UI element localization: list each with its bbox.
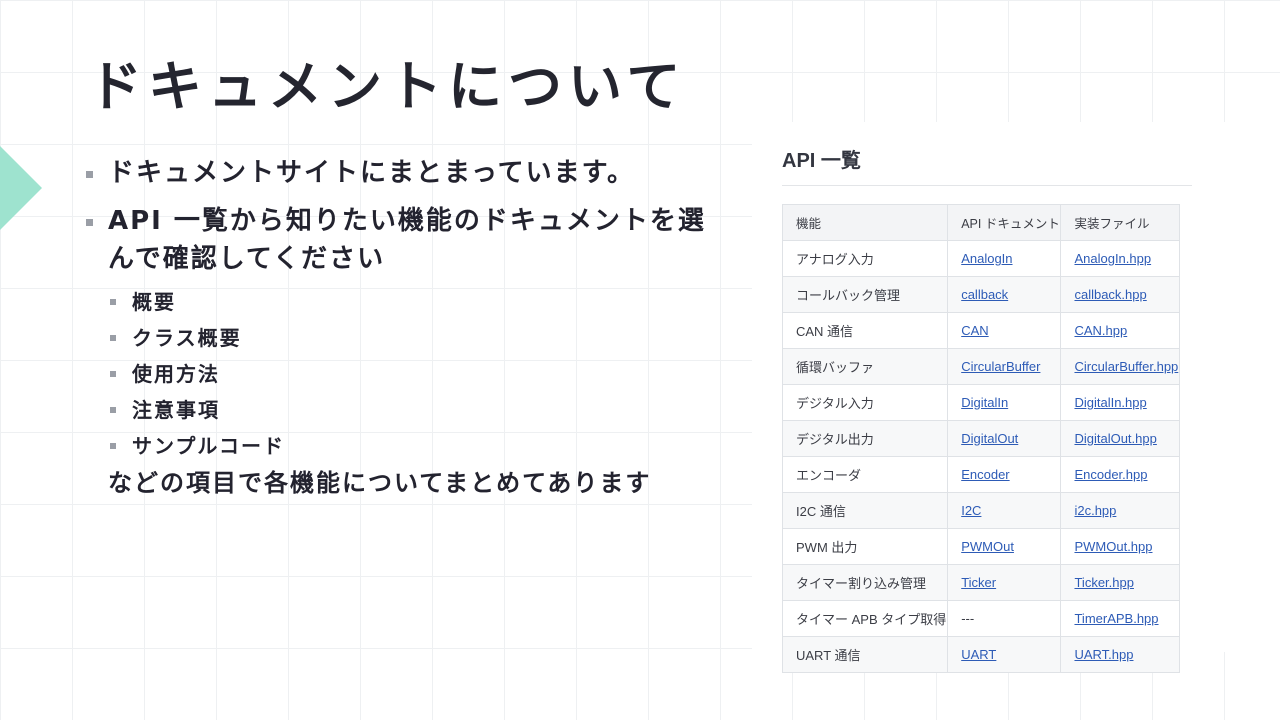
sub-bullet-item: 注意事項 xyxy=(108,392,724,428)
table-row: 循環バッファ CircularBuffer CircularBuffer.hpp xyxy=(781,348,1180,385)
api-doc-link[interactable]: Encoder xyxy=(961,467,1009,482)
impl-file-cell: Encoder.hpp xyxy=(1060,456,1180,493)
api-doc-cell: AnalogIn xyxy=(947,240,1062,277)
impl-file-cell: UART.hpp xyxy=(1060,636,1180,673)
impl-file-cell: DigitalIn.hpp xyxy=(1060,384,1180,421)
api-doc-link[interactable]: Ticker xyxy=(961,575,996,590)
api-doc-link[interactable]: DigitalOut xyxy=(961,431,1018,446)
table-row: アナログ入力 AnalogIn AnalogIn.hpp xyxy=(781,240,1180,277)
api-list-heading: API 一覧 xyxy=(782,150,861,172)
impl-file-cell: i2c.hpp xyxy=(1060,492,1180,529)
impl-file-link[interactable]: DigitalIn.hpp xyxy=(1074,395,1146,410)
heading-divider xyxy=(782,185,1192,186)
api-doc-link[interactable]: AnalogIn xyxy=(961,251,1012,266)
impl-file-cell: CircularBuffer.hpp xyxy=(1060,348,1180,385)
feature-cell: デジタル入力 xyxy=(781,384,949,421)
table-row: タイマー APB タイプ取得 --- TimerAPB.hpp xyxy=(781,600,1180,637)
api-doc-link[interactable]: I2C xyxy=(961,503,981,518)
sub-bullet-list: 概要 クラス概要 使用方法 注意事項 サンプルコード xyxy=(108,284,724,464)
impl-file-link[interactable]: UART.hpp xyxy=(1074,647,1133,662)
api-doc-cell: CircularBuffer xyxy=(947,348,1062,385)
api-doc-cell: CAN xyxy=(947,312,1062,349)
feature-cell: タイマー割り込み管理 xyxy=(781,564,949,601)
sub-bullet-item: 概要 xyxy=(108,284,724,320)
table-row: CAN 通信 CAN CAN.hpp xyxy=(781,312,1180,349)
impl-file-link[interactable]: DigitalOut.hpp xyxy=(1074,431,1156,446)
api-doc-cell: I2C xyxy=(947,492,1062,529)
table-row: コールバック管理 callback callback.hpp xyxy=(781,276,1180,313)
accent-triangle xyxy=(0,146,42,230)
feature-cell: エンコーダ xyxy=(781,456,949,493)
table-row: タイマー割り込み管理 Ticker Ticker.hpp xyxy=(781,564,1180,601)
column-header-api-doc: API ドキュメント xyxy=(947,204,1062,241)
sub-bullet-item: サンプルコード xyxy=(108,428,724,464)
api-doc-cell: callback xyxy=(947,276,1062,313)
feature-cell: UART 通信 xyxy=(781,636,949,673)
api-table: 機能 API ドキュメント 実装ファイル アナログ入力 AnalogIn Analo… xyxy=(781,204,1180,673)
closing-note: などの項目で各機能についてまとめてあります xyxy=(108,469,652,497)
impl-file-cell: callback.hpp xyxy=(1060,276,1180,313)
table-row: デジタル出力 DigitalOut DigitalOut.hpp xyxy=(781,420,1180,457)
impl-file-cell: TimerAPB.hpp xyxy=(1060,600,1180,637)
feature-cell: タイマー APB タイプ取得 xyxy=(781,600,949,637)
table-row: UART 通信 UART UART.hpp xyxy=(781,636,1180,673)
bullet-list: ドキュメントサイトにまとまっています。 API 一覧から知りたい機能のドキュメン… xyxy=(84,154,724,502)
impl-file-link[interactable]: AnalogIn.hpp xyxy=(1074,251,1151,266)
impl-file-link[interactable]: callback.hpp xyxy=(1074,287,1146,302)
api-table-body: アナログ入力 AnalogIn AnalogIn.hpp コールバック管理 callba… xyxy=(781,240,1180,673)
impl-file-link[interactable]: CircularBuffer.hpp xyxy=(1074,359,1178,374)
impl-file-link[interactable]: Encoder.hpp xyxy=(1074,467,1147,482)
api-doc-cell: DigitalOut xyxy=(947,420,1062,457)
column-header-impl-file: 実装ファイル xyxy=(1060,204,1180,241)
api-doc-cell: --- xyxy=(947,600,1062,637)
impl-file-cell: AnalogIn.hpp xyxy=(1060,240,1180,277)
impl-file-link[interactable]: Ticker.hpp xyxy=(1074,575,1134,590)
table-row: I2C 通信 I2C i2c.hpp xyxy=(781,492,1180,529)
api-doc-link[interactable]: UART xyxy=(961,647,996,662)
sub-bullet-item: クラス概要 xyxy=(108,320,724,356)
api-doc-cell: DigitalIn xyxy=(947,384,1062,421)
api-doc-link[interactable]: PWMOut xyxy=(961,539,1014,554)
api-doc-cell: Ticker xyxy=(947,564,1062,601)
api-doc-link[interactable]: CircularBuffer xyxy=(961,359,1040,374)
feature-cell: コールバック管理 xyxy=(781,276,949,313)
api-doc-link[interactable]: CAN xyxy=(961,323,988,338)
slide-title: ドキュメントについて xyxy=(88,55,687,118)
api-doc-cell: Encoder xyxy=(947,456,1062,493)
api-doc-cell: UART xyxy=(947,636,1062,673)
feature-cell: デジタル出力 xyxy=(781,420,949,457)
feature-cell: アナログ入力 xyxy=(781,240,949,277)
impl-file-cell: DigitalOut.hpp xyxy=(1060,420,1180,457)
impl-file-link[interactable]: CAN.hpp xyxy=(1074,323,1127,338)
column-header-feature: 機能 xyxy=(781,204,949,241)
impl-file-link[interactable]: PWMOut.hpp xyxy=(1074,539,1152,554)
table-header-row: 機能 API ドキュメント 実装ファイル xyxy=(781,204,1180,241)
impl-file-cell: Ticker.hpp xyxy=(1060,564,1180,601)
api-list-screenshot: API 一覧 機能 API ドキュメント 実装ファイル アナログ入力 Analog… xyxy=(752,122,1280,673)
bullet-item: ドキュメントサイトにまとまっています。 xyxy=(84,154,724,192)
feature-cell: I2C 通信 xyxy=(781,492,949,529)
api-doc-link[interactable]: DigitalIn xyxy=(961,395,1008,410)
impl-file-link[interactable]: i2c.hpp xyxy=(1074,503,1116,518)
impl-file-link[interactable]: TimerAPB.hpp xyxy=(1074,611,1158,626)
feature-cell: 循環バッファ xyxy=(781,348,949,385)
table-row: エンコーダ Encoder Encoder.hpp xyxy=(781,456,1180,493)
impl-file-cell: CAN.hpp xyxy=(1060,312,1180,349)
feature-cell: PWM 出力 xyxy=(781,528,949,565)
api-doc-cell: PWMOut xyxy=(947,528,1062,565)
api-doc-link[interactable]: callback xyxy=(961,287,1008,302)
impl-file-cell: PWMOut.hpp xyxy=(1060,528,1180,565)
bullet-item: API 一覧から知りたい機能のドキュメントを選んで確認してください 概要 クラス… xyxy=(84,202,724,502)
sub-bullet-item: 使用方法 xyxy=(108,356,724,392)
feature-cell: CAN 通信 xyxy=(781,312,949,349)
table-row: デジタル入力 DigitalIn DigitalIn.hpp xyxy=(781,384,1180,421)
table-row: PWM 出力 PWMOut PWMOut.hpp xyxy=(781,528,1180,565)
bullet-text: API 一覧から知りたい機能のドキュメントを選んで確認してください xyxy=(108,206,706,274)
